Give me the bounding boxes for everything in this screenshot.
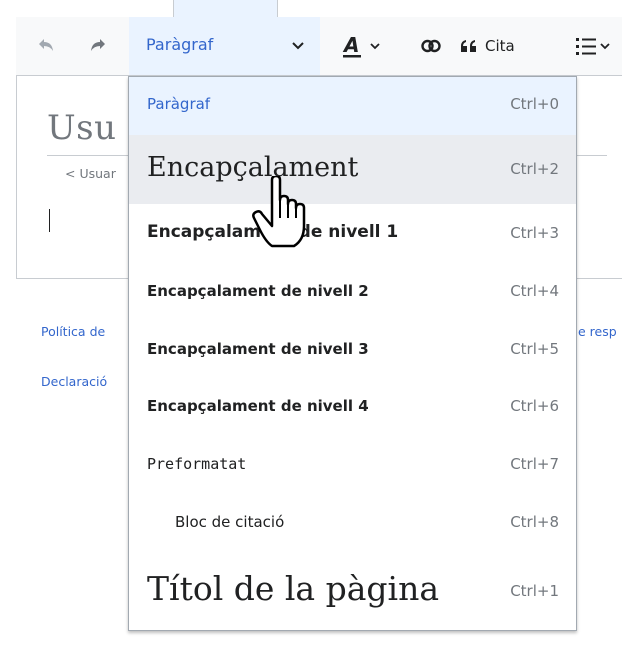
paragraph-format-label: Paràgraf: [146, 35, 214, 54]
menu-item-shortcut: Ctrl+3: [510, 224, 559, 242]
menu-item-preformatted[interactable]: Preformatat Ctrl+7: [129, 435, 576, 493]
paragraph-format-dropdown[interactable]: Paràgraf: [129, 17, 320, 75]
menu-item-label: Bloc de citació: [175, 513, 285, 531]
chevron-down-icon: [292, 42, 304, 50]
menu-item-page-title[interactable]: Títol de la pàgina Ctrl+1: [129, 551, 576, 631]
redo-button[interactable]: [80, 17, 116, 75]
footer-policy-link[interactable]: Política de: [41, 324, 105, 339]
back-link[interactable]: < Usuar: [65, 166, 116, 181]
menu-item-label: Títol de la pàgina: [147, 569, 440, 608]
cite-button[interactable]: Cita: [458, 17, 550, 75]
menu-item-label: Preformatat: [147, 455, 247, 473]
menu-item-heading[interactable]: Encapçalament Ctrl+2: [129, 135, 576, 204]
footer-declaration-link[interactable]: Declaració: [41, 374, 107, 389]
link-icon: [421, 39, 441, 53]
footer-right-link[interactable]: e resp: [578, 324, 617, 339]
hand-pointer-cursor-icon: [252, 176, 306, 248]
menu-item-label: Encapçalament de nivell 4: [147, 397, 369, 415]
menu-item-label: Paràgraf: [147, 95, 211, 113]
menu-item-heading-2[interactable]: Encapçalament de nivell 2 Ctrl+4: [129, 262, 576, 320]
text-cursor: [49, 209, 50, 232]
text-style-button[interactable]: A: [334, 17, 394, 75]
text-style-icon: A: [342, 34, 380, 58]
menu-item-label: Encapçalament de nivell 3: [147, 340, 369, 358]
svg-text:A: A: [342, 34, 359, 57]
menu-item-shortcut: Ctrl+1: [510, 582, 559, 600]
menu-item-blockquote[interactable]: Bloc de citació Ctrl+8: [129, 493, 576, 551]
menu-item-shortcut: Ctrl+6: [510, 397, 559, 415]
menu-item-shortcut: Ctrl+5: [510, 340, 559, 358]
menu-item-shortcut: Ctrl+8: [510, 513, 559, 531]
list-button[interactable]: [570, 17, 622, 75]
menu-item-shortcut: Ctrl+4: [510, 282, 559, 300]
menu-item-shortcut: Ctrl+2: [510, 160, 559, 178]
menu-item-shortcut: Ctrl+0: [510, 95, 559, 113]
menu-item-heading-4[interactable]: Encapçalament de nivell 4 Ctrl+6: [129, 377, 576, 435]
page-title: Usu: [47, 108, 117, 148]
menu-item-heading-1[interactable]: Encapçalament de nivell 1 Ctrl+3: [129, 204, 576, 262]
cite-label: Cita: [485, 37, 515, 55]
quote-icon: [461, 40, 476, 52]
undo-icon: [39, 39, 53, 51]
undo-button[interactable]: [28, 17, 64, 75]
redo-icon: [91, 39, 105, 51]
active-tab-remnant: [173, 0, 278, 17]
bullet-list-icon: [576, 38, 610, 55]
menu-item-paragraph[interactable]: Paràgraf Ctrl+0: [129, 77, 576, 135]
menu-item-heading-3[interactable]: Encapçalament de nivell 3 Ctrl+5: [129, 320, 576, 377]
paragraph-format-menu: Paràgraf Ctrl+0 Encapçalament Ctrl+2 Enc…: [128, 76, 577, 631]
menu-item-label: Encapçalament de nivell 2: [147, 282, 369, 300]
menu-item-shortcut: Ctrl+7: [510, 455, 559, 473]
link-button[interactable]: [413, 17, 449, 75]
